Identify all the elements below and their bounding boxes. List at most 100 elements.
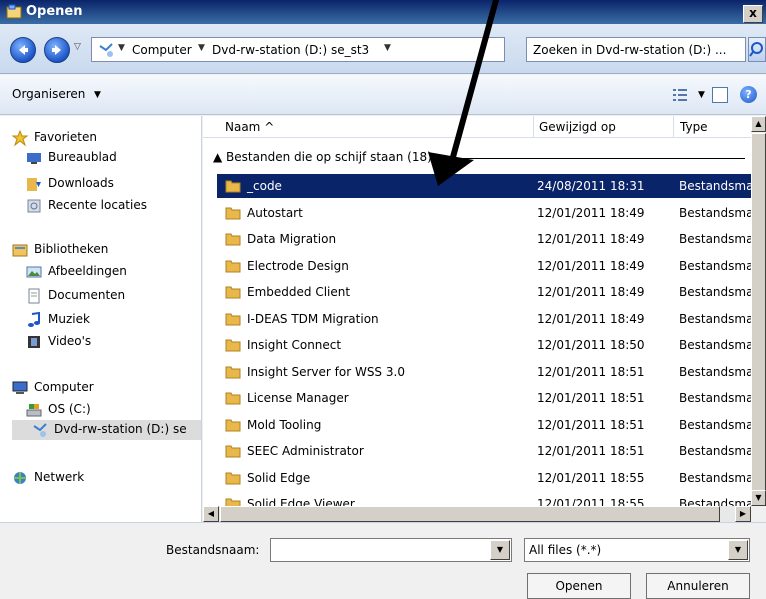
file-row[interactable]: Embedded Client 12/01/2011 18:49 Bestandsm… — [217, 280, 751, 304]
star-icon — [12, 130, 28, 146]
back-button[interactable] — [10, 37, 36, 63]
computer-icon — [12, 381, 28, 394]
hscroll-thumb[interactable] — [220, 506, 720, 522]
recent-places-icon — [27, 199, 41, 213]
nav-item-bureaublad[interactable]: Bureaublad — [26, 148, 196, 168]
nav-item-videos[interactable]: Video's — [26, 332, 196, 352]
vertical-scrollbar[interactable]: ▲ ▼ — [751, 116, 766, 506]
nav-libraries[interactable]: Bibliotheken — [12, 240, 192, 260]
search-input[interactable]: Zoeken in Dvd-rw-station (D:) ... — [526, 37, 746, 62]
file-type: Bestandsmap — [679, 258, 751, 273]
crumb-dvd-drive[interactable]: Dvd-rw-station (D:) se_st3 — [212, 43, 369, 57]
file-row[interactable]: Autostart 12/01/2011 18:49 Bestandsmap — [217, 201, 751, 225]
window-title: Openen — [26, 4, 83, 19]
file-row[interactable]: Solid Edge Viewer 12/01/2011 18:55 Bestand… — [217, 492, 751, 506]
file-type-dropdown-icon[interactable]: ▼ — [728, 540, 748, 560]
file-row[interactable]: SEEC Administrator 12/01/2011 18:51 Bestan… — [217, 439, 751, 463]
folder-icon — [225, 180, 241, 193]
nav-computer[interactable]: Computer — [12, 378, 192, 398]
view-mode-icon[interactable] — [672, 88, 688, 102]
dialog-footer: Bestandsnaam: ▼ All files (*.*) ▼ Openen… — [0, 522, 766, 599]
organize-button[interactable]: Organiseren — [12, 87, 85, 101]
file-name: Autostart — [247, 205, 303, 220]
file-row[interactable]: Data Migration 12/01/2011 18:49 Bestandsma… — [217, 227, 751, 251]
file-list: Naam ^ Gewijzigd op Type ▲ Bestanden die… — [203, 116, 751, 506]
file-name: _code — [247, 179, 282, 193]
history-chevron-icon[interactable]: ▽ — [74, 42, 84, 54]
crumb-chevron-icon[interactable]: ▼ — [198, 43, 205, 53]
view-chevron-icon[interactable]: ▼ — [698, 90, 705, 100]
file-type: Bestandsmap — [679, 497, 751, 506]
file-name: Insight Server for WSS 3.0 — [247, 364, 405, 379]
cancel-button[interactable]: Annuleren — [646, 573, 750, 599]
file-name: Solid Edge Viewer — [247, 497, 355, 506]
file-type: Bestandsmap — [679, 364, 751, 379]
chevron-down-icon[interactable]: ▼ — [94, 90, 101, 100]
dvd-drive-icon — [99, 43, 113, 57]
crumb-chevron-icon[interactable]: ▼ — [118, 43, 125, 53]
file-date: 12/01/2011 18:51 — [537, 364, 645, 379]
file-type: Bestandsmap — [679, 232, 751, 246]
file-name: Data Migration — [247, 232, 337, 246]
scroll-left-arrow-icon[interactable]: ◀ — [203, 506, 219, 522]
file-row[interactable]: Insight Connect 12/01/2011 18:50 Bestandsm… — [217, 333, 751, 357]
file-row[interactable]: Solid Edge 12/01/2011 18:55 Bestandsmap — [217, 466, 751, 490]
file-type: Bestandsmap — [679, 311, 751, 326]
file-type: Bestandsmap — [679, 417, 751, 432]
folder-icon — [225, 313, 241, 325]
nav-item-os-drive[interactable]: OS (C:) — [26, 400, 196, 420]
file-row[interactable]: Mold Tooling 12/01/2011 18:51 Bestandsmap — [217, 413, 751, 437]
nav-item-downloads[interactable]: Downloads — [26, 174, 196, 194]
address-bar[interactable]: ▼ Computer ▼ Dvd-rw-station (D:) se_st3 … — [91, 37, 608, 62]
scroll-up-arrow-icon[interactable]: ▲ — [751, 116, 766, 132]
pictures-icon — [26, 266, 42, 278]
nav-item-documenten[interactable]: Documenten — [26, 286, 196, 306]
forward-button[interactable] — [44, 37, 70, 63]
search-icon — [749, 42, 763, 57]
filename-dropdown-icon[interactable]: ▼ — [490, 540, 510, 560]
downloads-folder-icon — [27, 178, 41, 191]
column-header-modified[interactable]: Gewijzigd op — [539, 120, 616, 134]
column-separator[interactable] — [673, 116, 674, 138]
nav-network[interactable]: Netwerk — [12, 468, 192, 488]
file-type-select[interactable]: All files (*.*) ▼ — [524, 538, 750, 562]
forward-arrow-icon — [52, 45, 61, 55]
file-row[interactable]: _code 24/08/2011 18:31 Bestandsmap — [217, 174, 751, 198]
file-name: Embedded Client — [247, 285, 351, 299]
scroll-down-arrow-icon[interactable]: ▼ — [751, 490, 766, 506]
column-separator[interactable] — [533, 116, 534, 138]
scroll-right-arrow-icon[interactable]: ▶ — [735, 506, 751, 522]
crumb-chevron-icon[interactable]: ▼ — [384, 43, 391, 53]
nav-favorites[interactable]: Favorieten — [12, 128, 192, 148]
documents-icon — [28, 288, 40, 304]
file-date: 12/01/2011 18:51 — [537, 444, 645, 458]
file-row[interactable]: I-DEAS TDM Migration 12/01/2011 18:49 Best… — [217, 307, 751, 331]
file-row[interactable]: Insight Server for WSS 3.0 12/01/2011 18:… — [217, 360, 751, 384]
network-icon — [14, 472, 26, 484]
file-name: Electrode Design — [247, 258, 349, 273]
filename-input[interactable] — [270, 538, 512, 562]
folder-icon — [225, 419, 241, 431]
hard-drive-icon — [26, 404, 42, 417]
search-button[interactable] — [748, 37, 766, 62]
file-name: Insight Connect — [247, 338, 342, 352]
horizontal-scrollbar[interactable]: ◀ ▶ — [203, 506, 751, 522]
preview-pane-icon[interactable] — [712, 87, 728, 103]
file-row[interactable]: Electrode Design 12/01/2011 18:49 Bestands… — [217, 254, 751, 278]
nav-item-muziek[interactable]: Muziek — [26, 310, 196, 330]
nav-item-dvd-drive[interactable]: Dvd-rw-station (D:) se — [12, 420, 201, 440]
back-arrow-icon — [19, 45, 28, 55]
column-header-name[interactable]: Naam ^ — [225, 120, 274, 134]
nav-item-recent[interactable]: Recente locaties — [26, 196, 196, 216]
crumb-computer[interactable]: Computer — [132, 43, 192, 57]
column-header-type[interactable]: Type — [680, 120, 708, 134]
file-row[interactable]: License Manager 12/01/2011 18:51 Bestandsm… — [217, 386, 751, 410]
scroll-thumb[interactable] — [751, 133, 766, 493]
close-button[interactable]: x — [743, 5, 763, 23]
group-header[interactable]: ▲ Bestanden die op schijf staan (18) — [213, 150, 432, 164]
open-dialog-icon — [6, 4, 22, 19]
file-type: Bestandsmap — [679, 470, 751, 485]
open-button[interactable]: Openen — [527, 573, 631, 599]
nav-item-afbeeldingen[interactable]: Afbeeldingen — [26, 262, 196, 282]
help-icon[interactable]: ? — [740, 86, 757, 103]
